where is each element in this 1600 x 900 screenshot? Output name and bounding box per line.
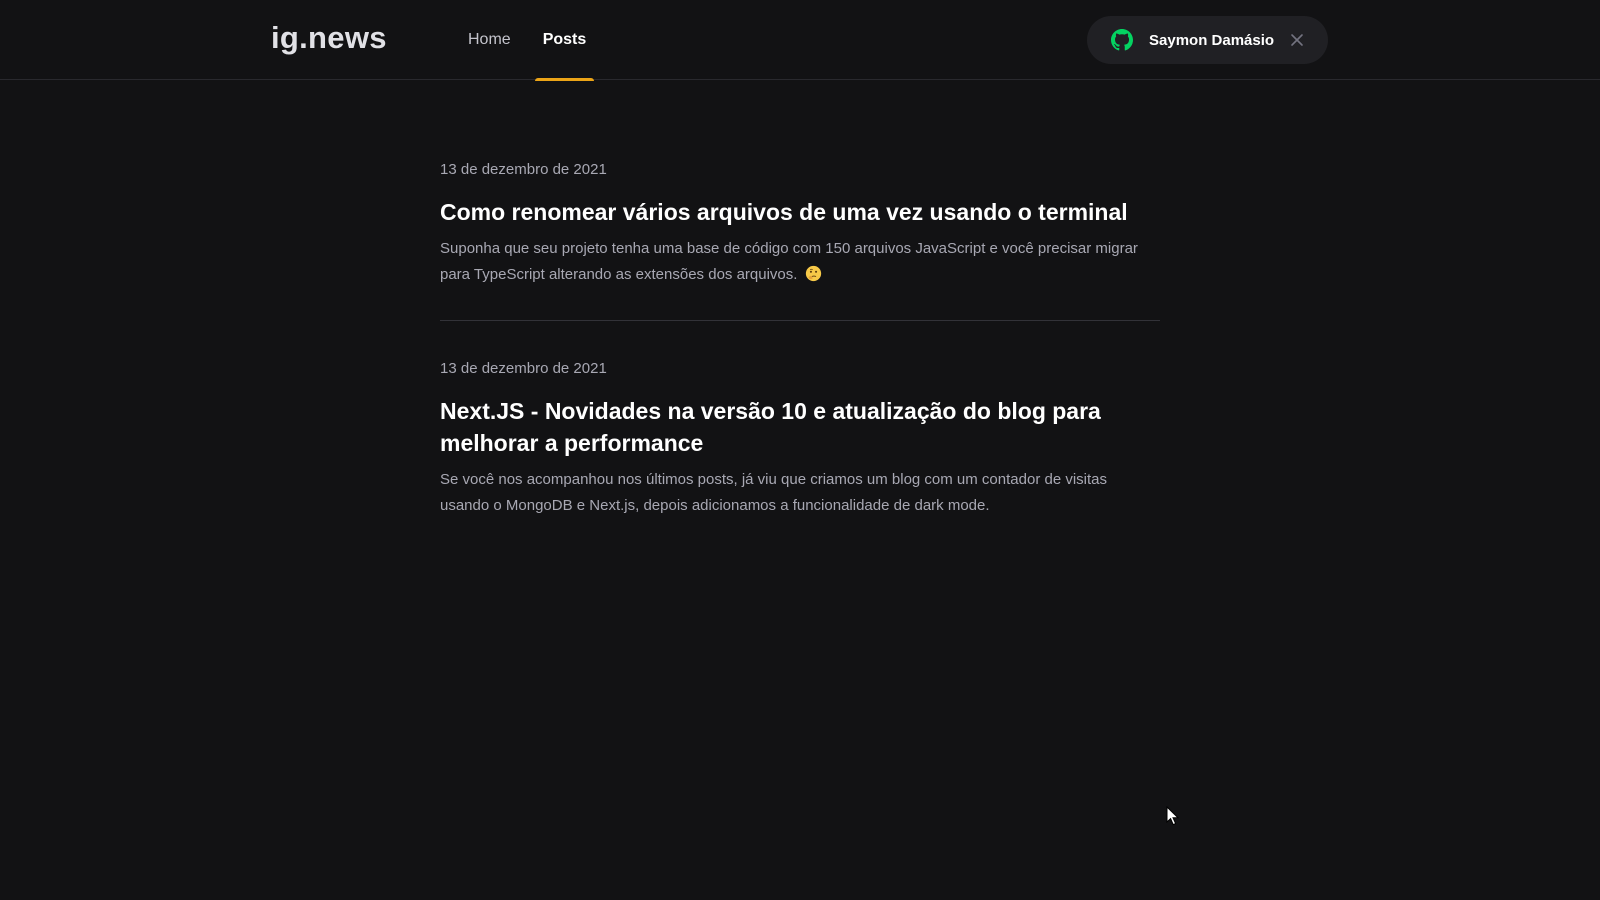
github-icon	[1111, 29, 1133, 51]
logo[interactable]: ig.news	[271, 20, 387, 56]
close-icon[interactable]	[1290, 33, 1304, 47]
sign-out-button[interactable]: Saymon Damásio	[1087, 16, 1328, 64]
post-excerpt: Se você nos acompanhou nos últimos posts…	[440, 471, 1108, 514]
post-item[interactable]: 13 de dezembro de 2021 Next.JS - Novidad…	[440, 320, 1160, 551]
post-excerpt: Suponha que seu projeto tenha uma base d…	[440, 236, 1160, 288]
post-title[interactable]: Como renomear vários arquivos de uma vez…	[440, 196, 1160, 228]
post-date: 13 de dezembro de 2021	[440, 360, 607, 377]
nav-link-posts[interactable]: Posts	[534, 0, 595, 81]
mouse-cursor-icon	[1166, 805, 1180, 826]
post-date: 13 de dezembro de 2021	[440, 161, 607, 178]
thinking-face-icon	[805, 265, 822, 282]
post-item[interactable]: 13 de dezembro de 2021 Como renomear vár…	[440, 140, 1160, 320]
main-nav: Home Posts	[460, 0, 610, 81]
post-title[interactable]: Next.JS - Novidades na versão 10 e atual…	[440, 395, 1160, 459]
posts-list: 13 de dezembro de 2021 Como renomear vár…	[440, 140, 1160, 551]
site-header: ig.news Home Posts Saymon Damásio	[0, 0, 1600, 81]
post-excerpt-text: Suponha que seu projeto tenha uma base d…	[440, 240, 1138, 283]
nav-link-home[interactable]: Home	[460, 0, 519, 80]
user-name: Saymon Damásio	[1149, 31, 1275, 49]
